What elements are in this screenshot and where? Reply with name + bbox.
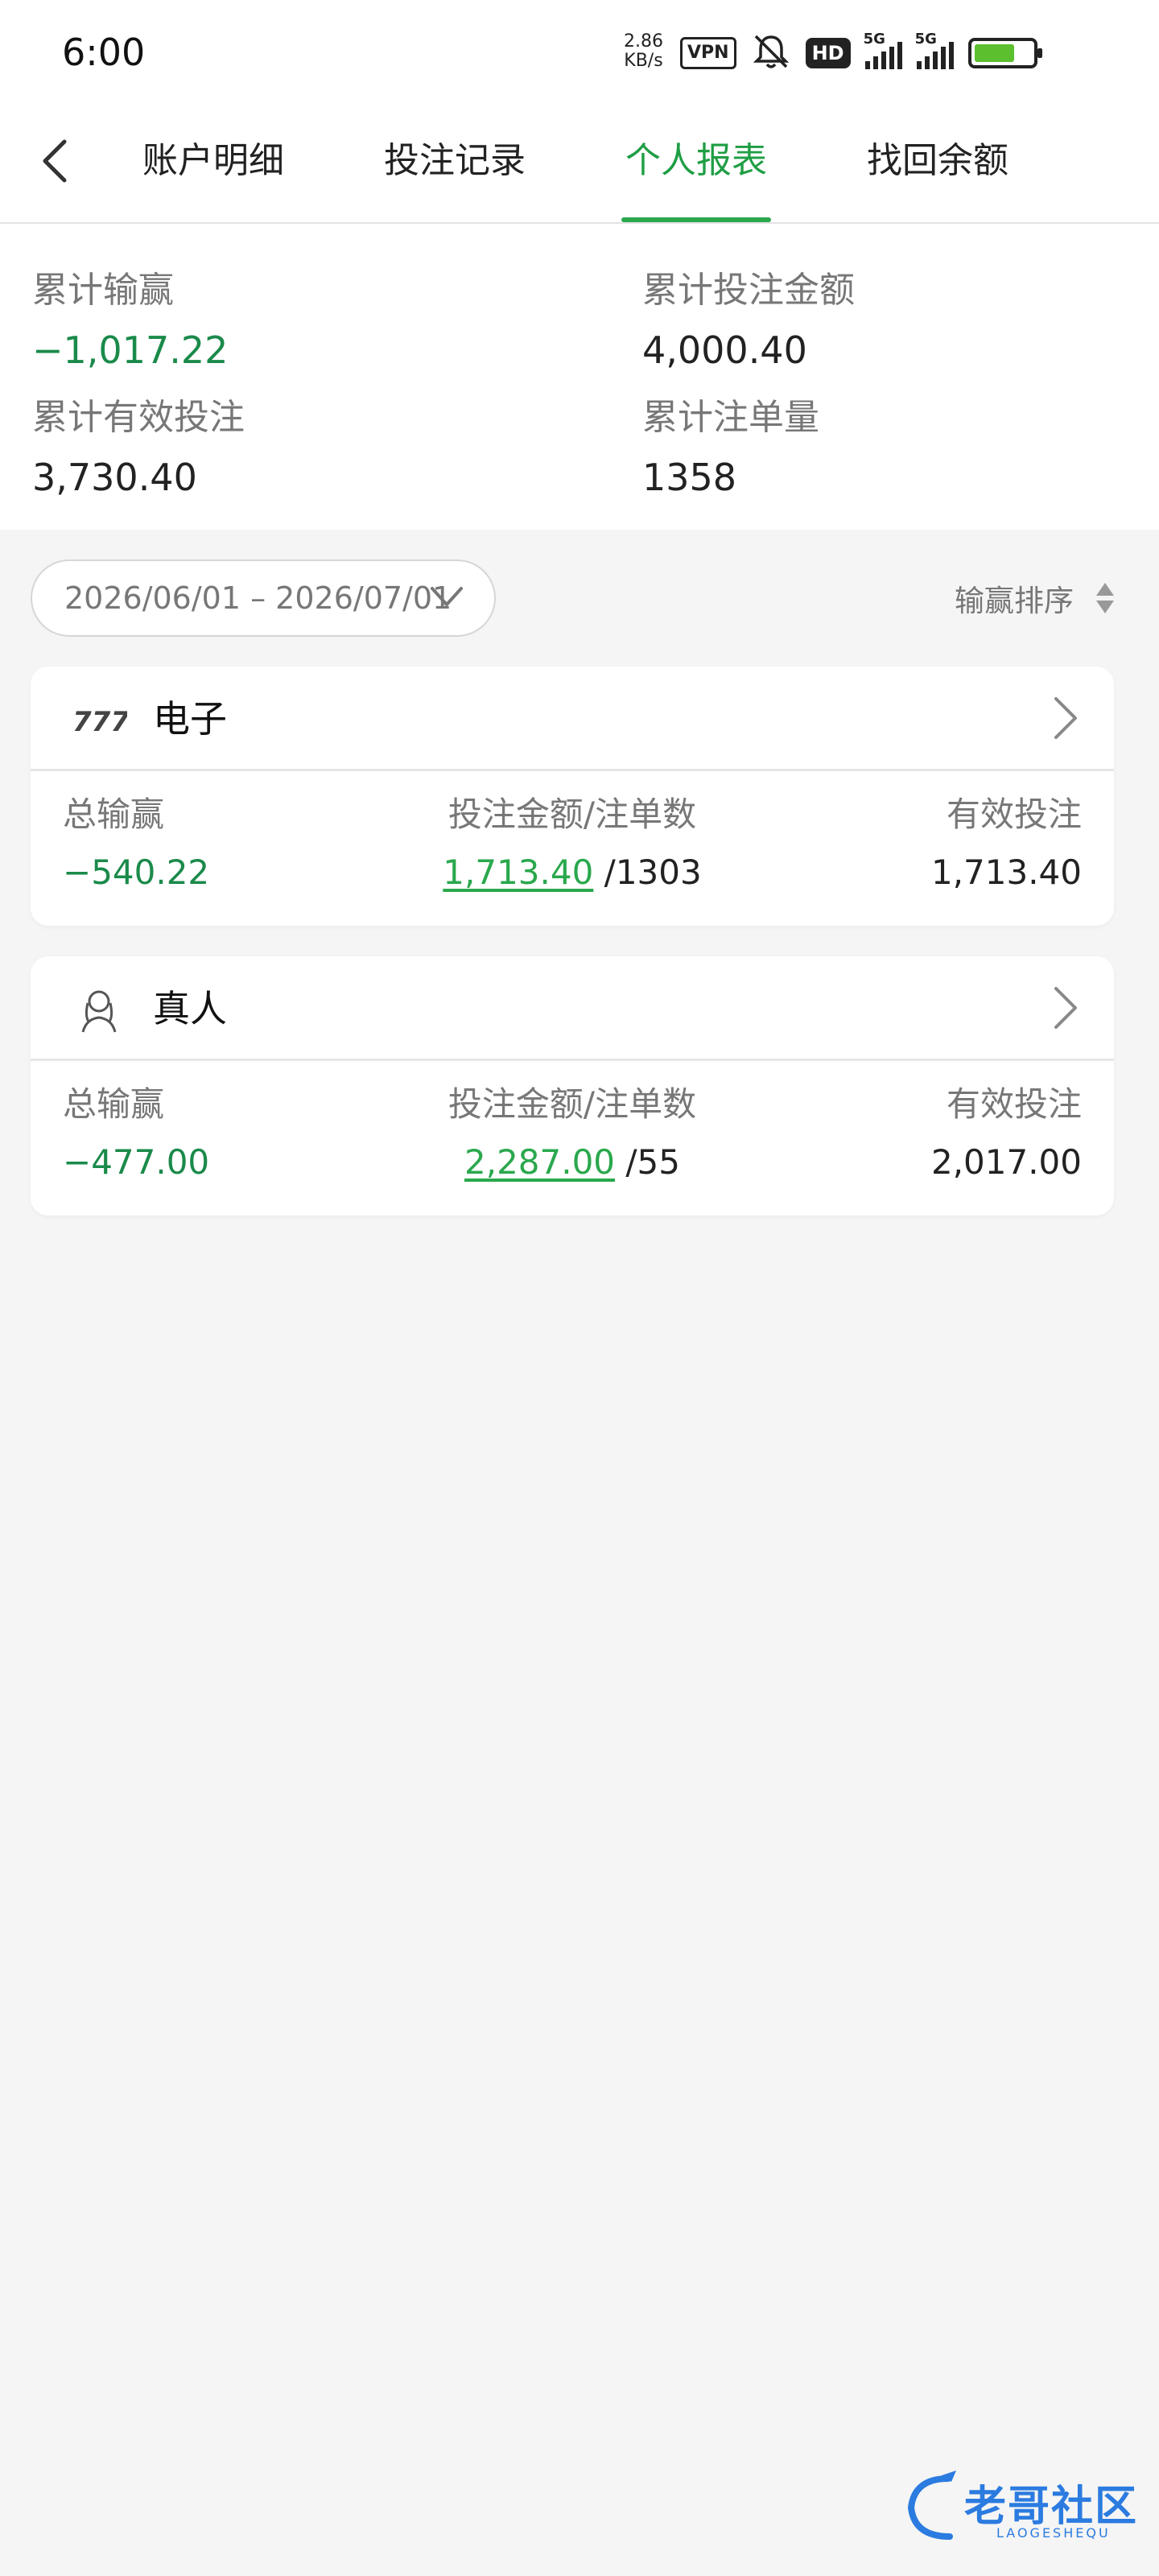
bet-amount-link[interactable]: 1,713.40	[443, 852, 593, 892]
bet-count: /55	[625, 1142, 680, 1182]
chevron-right-icon	[1054, 987, 1077, 1029]
summary-value: −1,017.22	[32, 328, 229, 372]
mute-bell-icon	[751, 33, 791, 73]
sort-label: 输赢排序	[955, 584, 1074, 618]
slot-777-icon: 777	[71, 696, 127, 744]
bet-count: /1303	[604, 852, 702, 892]
network-speed-value: 2.86	[624, 31, 663, 52]
summary-label: 累计有效投注	[32, 397, 245, 438]
summary-total-bet-amount: 累计投注金额 4,000.40	[642, 261, 855, 372]
card-title: 电子	[153, 697, 227, 741]
signal-icon-1: 5G	[864, 31, 902, 69]
category-card-live[interactable]: 真人 总输赢 −477.00 投注金额/注单数 2,287.00 /55 有效投…	[31, 956, 1114, 1216]
hd-voice-icon: HD	[805, 38, 851, 68]
watermark-text: 老哥社区	[964, 2483, 1139, 2531]
summary-panel: 累计输赢 −1,017.22 累计投注金额 4,000.40 累计有效投注 3,…	[0, 224, 1159, 530]
network-speed: 2.86 KB/s	[624, 32, 663, 71]
status-time: 6:00	[62, 31, 146, 74]
vpn-icon: VPN	[680, 37, 736, 69]
category-card-electronic[interactable]: 777 电子 总输赢 −540.22 投注金额/注单数 1,713.40 /13…	[31, 667, 1114, 926]
personal-report-page: 6:00 2.86 KB/s VPN HD 5G 5G 账户明细 投注记录 个人…	[0, 0, 1159, 2576]
date-range-selector[interactable]: 2026/06/01 – 2026/07/01	[31, 559, 496, 637]
valid-bet-value: 2,017.00	[930, 1142, 1082, 1182]
card-header: 777 电子	[31, 667, 1114, 771]
summary-label: 累计输赢	[32, 270, 174, 311]
tab-bet-records[interactable]: 投注记录	[380, 129, 530, 193]
signal-label-1: 5G	[863, 31, 885, 47]
card-header: 真人	[31, 956, 1114, 1061]
top-nav: 账户明细 投注记录 个人报表 找回余额	[0, 105, 1159, 224]
card-col-valid-bet: 有效投注 1,713.40	[931, 787, 1082, 892]
valid-bet-label: 有效投注	[946, 1084, 1082, 1124]
tab-account-details[interactable]: 账户明细	[138, 129, 288, 193]
sort-by-win-loss-button[interactable]: 输赢排序	[955, 576, 1116, 620]
chevron-down-icon	[431, 587, 463, 606]
summary-value: 3,730.40	[32, 456, 197, 499]
card-col-valid-bet: 有效投注 2,017.00	[931, 1077, 1082, 1182]
valid-bet-label: 有效投注	[946, 795, 1082, 834]
tab-recover-balance[interactable]: 找回余额	[863, 129, 1013, 193]
svg-text:777: 777	[72, 706, 127, 737]
live-dealer-icon	[71, 985, 127, 1034]
summary-label: 累计注单量	[642, 397, 819, 438]
network-speed-unit: KB/s	[624, 51, 663, 71]
status-icons: VPN HD 5G 5G	[680, 31, 1042, 74]
back-button[interactable]	[31, 129, 79, 193]
chevron-left-icon	[43, 139, 67, 183]
signal-label-2: 5G	[914, 31, 937, 47]
summary-label: 累计投注金额	[642, 270, 855, 311]
summary-total-valid-bet: 累计有效投注 3,730.40	[32, 388, 245, 499]
valid-bet-value: 1,713.40	[930, 852, 1082, 892]
signal-icon-2: 5G	[915, 31, 954, 69]
chevron-right-icon	[1054, 697, 1077, 739]
summary-value: 1358	[642, 456, 737, 499]
watermark-subtext: LAOGESHEQU	[996, 2525, 1111, 2541]
status-bar: 6:00 2.86 KB/s VPN HD 5G 5G	[0, 0, 1159, 105]
tab-personal-report[interactable]: 个人报表	[621, 129, 771, 193]
sort-arrows-icon	[1096, 583, 1114, 613]
summary-value: 4,000.40	[642, 328, 807, 372]
active-tab-indicator	[621, 217, 771, 222]
summary-total-bet-count: 累计注单量 1358	[642, 388, 819, 499]
bet-amount-link[interactable]: 2,287.00	[464, 1142, 615, 1182]
date-range-text: 2026/06/01 – 2026/07/01	[64, 580, 452, 616]
card-title: 真人	[153, 987, 227, 1030]
battery-icon	[967, 38, 1042, 68]
summary-total-win-loss: 累计输赢 −1,017.22	[32, 261, 228, 372]
watermark-logo: 老哥社区 LAOGESHEQU	[900, 2467, 1141, 2548]
